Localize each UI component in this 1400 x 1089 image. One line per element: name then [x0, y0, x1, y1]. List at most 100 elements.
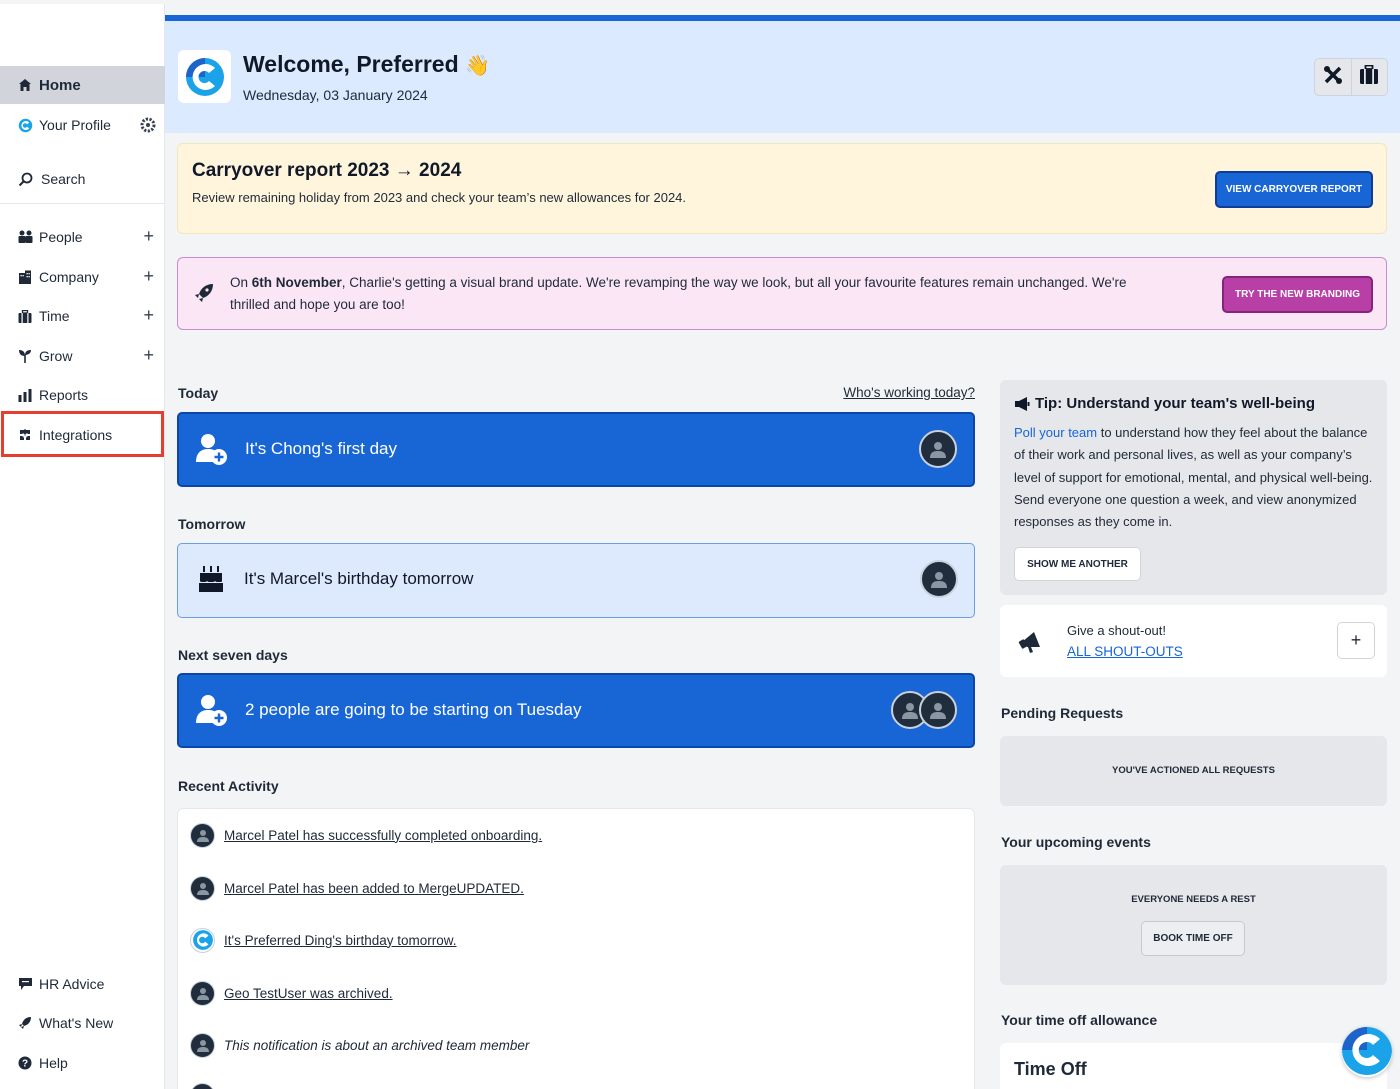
- whos-working-today-link[interactable]: Who's working today?: [843, 385, 975, 400]
- avatar: [190, 1082, 215, 1089]
- poll-your-team-link[interactable]: Poll your team: [1014, 425, 1097, 440]
- pending-requests-heading: Pending Requests: [1001, 705, 1124, 721]
- suitcase-icon: [17, 308, 33, 324]
- tip-body-text: to understand how they feel about the ba…: [1014, 425, 1373, 530]
- building-icon: [17, 269, 33, 285]
- avatar: [919, 430, 957, 468]
- gear-icon[interactable]: [140, 117, 156, 133]
- activity-link[interactable]: Marcel Patel has been added to MergeUPDA…: [224, 881, 524, 896]
- pending-requests-box: YOU'VE ACTIONED ALL REQUESTS: [1000, 736, 1387, 806]
- shoutout-card: Give a shout-out! ALL SHOUT-OUTS +: [1000, 605, 1387, 677]
- add-user-icon: [195, 693, 229, 732]
- charlie-logo-icon: [1342, 1027, 1392, 1077]
- chat-help-button[interactable]: [1342, 1027, 1392, 1077]
- avatar: [190, 980, 215, 1006]
- avatar: [190, 1032, 215, 1058]
- svg-text:?: ?: [22, 1059, 28, 1070]
- sidebar-item-people[interactable]: People +: [0, 218, 165, 256]
- next-seven-days-card-text: 2 people are going to be starting on Tue…: [245, 700, 582, 719]
- today-heading: Today: [178, 385, 219, 401]
- pending-status: YOU'VE ACTIONED ALL REQUESTS: [1112, 765, 1275, 776]
- list-item: Marcel Patel has been added to MergeUPDA…: [190, 874, 524, 902]
- sidebar-top-strip: [0, 0, 165, 4]
- sidebar-item-grow[interactable]: Grow +: [0, 337, 165, 375]
- home-icon: [17, 77, 33, 93]
- add-time-plus-icon[interactable]: +: [143, 306, 154, 324]
- sidebar-item-hr-advice[interactable]: HR Advice: [0, 965, 165, 1003]
- branding-message: On 6th November, Charlie's getting a vis…: [230, 272, 1160, 316]
- book-time-off-button[interactable]: BOOK TIME OFF: [1141, 921, 1245, 956]
- try-new-branding-button[interactable]: TRY THE NEW BRANDING: [1222, 276, 1373, 313]
- avatar: [190, 875, 215, 901]
- sidebar-item-label: Home: [39, 76, 81, 94]
- carryover-banner: Carryover report 2023 → 2024 Review rema…: [177, 143, 1387, 234]
- hr-advice-icon: [17, 976, 33, 992]
- sidebar-item-whats-new[interactable]: What's New: [0, 1004, 165, 1042]
- integrations-highlight-box: [1, 411, 164, 457]
- megaphone-icon: [1018, 627, 1046, 660]
- show-me-another-button[interactable]: SHOW ME ANOTHER: [1014, 547, 1141, 581]
- help-icon: ?: [17, 1055, 33, 1071]
- add-shoutout-button[interactable]: +: [1337, 622, 1375, 659]
- sidebar-item-label: What's New: [39, 1015, 114, 1031]
- sidebar-item-search[interactable]: Search: [0, 160, 165, 198]
- avatar: [920, 560, 958, 598]
- rocket-icon: [17, 1015, 33, 1031]
- branding-prefix: On: [230, 275, 252, 290]
- tomorrow-heading: Tomorrow: [178, 516, 246, 532]
- rocket-icon: [193, 282, 215, 309]
- activity-link[interactable]: It's Preferred Ding's birthday tomorrow.: [224, 933, 457, 948]
- sidebar-item-reports[interactable]: Reports: [0, 376, 165, 414]
- sidebar-item-label: Grow: [39, 348, 73, 364]
- suitcase-icon: [1359, 64, 1379, 89]
- sidebar-item-company[interactable]: Company +: [0, 258, 165, 296]
- all-shoutouts-link[interactable]: ALL SHOUT-OUTS: [1067, 644, 1183, 659]
- birthday-cake-icon: [198, 564, 224, 599]
- sidebar-item-label: Your Profile: [39, 117, 111, 133]
- charlie-logo-icon: [17, 117, 33, 133]
- time-off-card-title: Time Off: [1014, 1059, 1087, 1079]
- tomorrow-card-text: It's Marcel's birthday tomorrow: [244, 569, 474, 588]
- sidebar-item-label: Reports: [39, 387, 89, 403]
- current-date: Wednesday, 03 January 2024: [243, 87, 428, 103]
- activity-text: This notification is about an archived t…: [224, 1037, 530, 1053]
- carryover-title: Carryover report 2023 → 2024: [192, 160, 462, 181]
- upcoming-status: EVERYONE NEEDS A REST: [1131, 894, 1256, 905]
- sidebar-item-home[interactable]: Home: [0, 66, 165, 104]
- sidebar-item-profile[interactable]: Your Profile: [0, 106, 165, 144]
- avatar: [919, 691, 957, 729]
- sidebar: Home Your Profile Search People + Compan…: [0, 0, 165, 1089]
- add-user-icon: [195, 432, 229, 471]
- list-item: Marcel Patel has successfully completed …: [190, 821, 542, 849]
- next-seven-days-card[interactable]: 2 people are going to be starting on Tue…: [177, 673, 975, 748]
- sidebar-item-time[interactable]: Time +: [0, 297, 165, 335]
- add-company-plus-icon[interactable]: +: [143, 267, 154, 285]
- sprout-icon: [17, 348, 33, 364]
- list-item: This notification is about an archived t…: [190, 1031, 529, 1059]
- add-people-plus-icon[interactable]: +: [143, 227, 154, 245]
- tip-title-text: Tip: Understand your team's well-being: [1035, 395, 1315, 412]
- bar-chart-icon: [17, 387, 33, 403]
- carryover-subtitle: Review remaining holiday from 2023 and c…: [192, 190, 687, 205]
- time-off-button[interactable]: [1350, 59, 1387, 95]
- activity-link[interactable]: Marcel Patel has successfully completed …: [224, 828, 542, 843]
- sidebar-item-label: Company: [39, 269, 99, 285]
- header-button-group: [1314, 58, 1388, 96]
- tools-button[interactable]: [1315, 59, 1351, 95]
- shoutout-text: Give a shout-out!: [1067, 623, 1166, 638]
- sidebar-item-help[interactable]: ? Help: [0, 1044, 165, 1082]
- next-seven-days-heading: Next seven days: [178, 647, 288, 663]
- tools-icon: [1323, 65, 1343, 90]
- avatar: [190, 822, 215, 848]
- charlie-logo-icon: [190, 927, 215, 953]
- welcome-title: Welcome, Preferred 👋: [243, 51, 490, 78]
- view-carryover-report-button[interactable]: VIEW CARRYOVER REPORT: [1215, 171, 1373, 208]
- main-content: Welcome, Preferred 👋 Wednesday, 03 Janua…: [165, 0, 1400, 1089]
- activity-link[interactable]: Geo TestUser was archived.: [224, 986, 393, 1001]
- add-grow-plus-icon[interactable]: +: [143, 346, 154, 364]
- sidebar-item-label: HR Advice: [39, 976, 105, 992]
- tomorrow-card[interactable]: It's Marcel's birthday tomorrow: [177, 543, 975, 618]
- today-card[interactable]: It's Chong's first day: [177, 412, 975, 487]
- list-item: [190, 1081, 224, 1089]
- upcoming-events-box: EVERYONE NEEDS A REST BOOK TIME OFF: [1000, 865, 1387, 985]
